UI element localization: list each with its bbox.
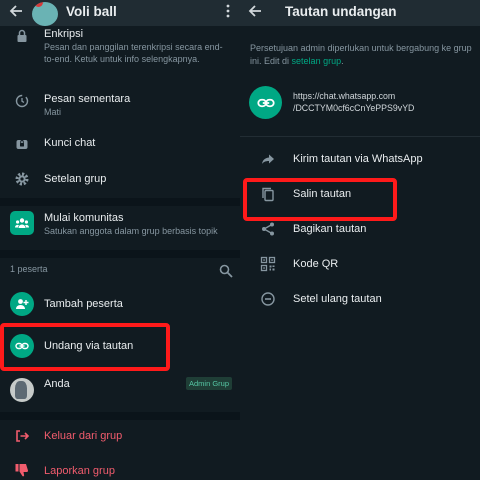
- participant-avatar: [10, 378, 34, 402]
- encryption-description: Pesan dan panggilan terenkripsi secara e…: [44, 42, 223, 64]
- qr-code-row[interactable]: Kode QR: [240, 252, 480, 276]
- admin-approval-text: Persetujuan admin diperlukan untuk berga…: [250, 43, 472, 66]
- highlight-box: [243, 178, 397, 221]
- back-arrow-icon[interactable]: [8, 3, 24, 19]
- qr-code-label: Kode QR: [293, 258, 339, 270]
- start-community-description: Satukan anggota dalam grup berbasis topi…: [44, 226, 218, 236]
- participant-name: Anda: [44, 378, 70, 390]
- timer-icon: [14, 93, 30, 109]
- disappearing-messages-label: Pesan sementara: [44, 93, 131, 105]
- share-link-label: Bagikan tautan: [293, 223, 367, 235]
- invite-link-icon: [249, 86, 282, 119]
- section-divider: [240, 136, 480, 137]
- more-options-icon[interactable]: [224, 3, 232, 19]
- reset-link-label: Setel ulang tautan: [293, 293, 382, 305]
- group-info-header: Voli ball: [0, 0, 240, 26]
- group-name: Voli ball: [66, 4, 117, 19]
- invite-link-url-line1[interactable]: https://chat.whatsapp.com: [293, 91, 395, 103]
- send-link-via-whatsapp-label: Kirim tautan via WhatsApp: [293, 153, 423, 165]
- back-arrow-icon[interactable]: [247, 3, 263, 19]
- highlight-box: [0, 323, 170, 371]
- encryption-row[interactable]: Enkripsi Pesan dan panggilan terenkripsi…: [0, 26, 240, 86]
- search-icon[interactable]: [218, 263, 234, 279]
- section-divider: [0, 412, 240, 420]
- notice-period: .: [341, 55, 344, 66]
- group-settings-link[interactable]: setelan grup: [292, 56, 342, 66]
- start-community-label: Mulai komunitas: [44, 212, 124, 224]
- report-group-row[interactable]: Laporkan grup: [0, 458, 240, 480]
- qr-code-icon: [260, 256, 276, 272]
- group-avatar[interactable]: [32, 2, 58, 26]
- add-participant-label: Tambah peserta: [44, 298, 123, 310]
- share-arrow-icon: [260, 151, 276, 167]
- share-icon: [260, 221, 276, 237]
- invite-link-url-line2[interactable]: /DCCTYM0cf6cCnYePPS9vYD: [293, 103, 414, 115]
- start-community-row[interactable]: Mulai komunitas Satukan anggota dalam gr…: [0, 206, 240, 246]
- page-title: Tautan undangan: [285, 4, 397, 19]
- chat-lock-icon: [14, 135, 30, 151]
- exit-icon: [14, 428, 30, 444]
- send-link-via-whatsapp-row[interactable]: Kirim tautan via WhatsApp: [240, 147, 480, 171]
- reset-icon: [260, 291, 276, 307]
- admin-approval-notice: Persetujuan admin diperlukan untuk berga…: [250, 42, 475, 67]
- invite-link-pane: Tautan undangan Persetujuan admin diperl…: [240, 0, 480, 480]
- section-divider: [0, 198, 240, 206]
- participant-count: 1 peserta: [10, 264, 48, 274]
- report-group-label: Laporkan grup: [44, 465, 115, 477]
- admin-badge: Admin Grup: [186, 377, 232, 390]
- thumbs-down-icon: [14, 462, 30, 478]
- gear-icon: [14, 171, 30, 187]
- community-icon: [10, 211, 34, 235]
- group-info-pane: Voli ball Enkripsi Pesan dan panggilan t…: [0, 0, 240, 480]
- share-link-row[interactable]: Bagikan tautan: [240, 217, 480, 241]
- disappearing-messages-status: Mati: [44, 107, 62, 117]
- section-divider: [0, 250, 240, 258]
- encryption-label: Enkripsi: [44, 28, 84, 40]
- reset-link-row[interactable]: Setel ulang tautan: [240, 287, 480, 311]
- group-settings-label: Setelan grup: [44, 173, 107, 185]
- group-settings-row[interactable]: Setelan grup: [0, 166, 240, 194]
- lock-icon: [14, 28, 30, 44]
- disappearing-messages-row[interactable]: Pesan sementara Mati: [0, 86, 240, 124]
- chat-lock-row[interactable]: Kunci chat: [0, 130, 240, 158]
- leave-group-label: Keluar dari grup: [44, 430, 123, 442]
- add-participant-row[interactable]: Tambah peserta: [0, 290, 240, 320]
- add-person-icon: [10, 292, 34, 316]
- chat-lock-label: Kunci chat: [44, 137, 96, 149]
- invite-link-header: Tautan undangan: [240, 0, 480, 26]
- leave-group-row[interactable]: Keluar dari grup: [0, 424, 240, 450]
